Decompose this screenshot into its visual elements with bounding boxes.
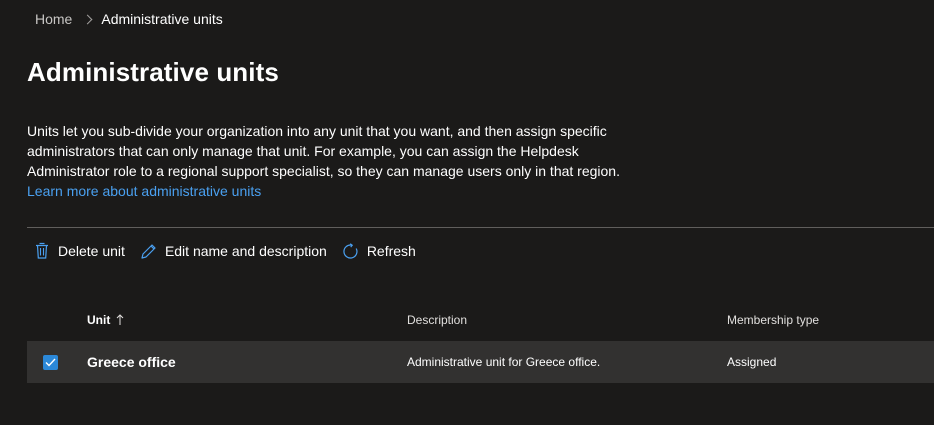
column-header-membership[interactable]: Membership type [727,313,819,327]
admin-units-page: Home Administrative units Administrative… [0,0,934,425]
breadcrumb-home-link[interactable]: Home [35,11,72,27]
table-header: Unit Description Membership type [27,304,934,336]
pencil-icon [141,243,156,259]
intro-text: Units let you sub-divide your organizati… [27,123,620,179]
sort-ascending-icon [116,314,124,325]
column-header-unit-label: Unit [87,313,111,327]
delete-unit-button[interactable]: Delete unit [34,242,125,260]
trash-icon [36,242,48,259]
row-checkbox[interactable] [43,355,58,370]
command-bar: Delete unit Edit name and description Re… [34,240,431,262]
edit-name-description-label: Edit name and description [164,243,327,259]
page-title: Administrative units [27,57,279,87]
delete-unit-label: Delete unit [58,243,125,259]
cell-description: Administrative unit for Greece office. [407,355,601,369]
cell-membership-type: Assigned [727,355,777,369]
column-header-description[interactable]: Description [407,313,467,327]
refresh-button[interactable]: Refresh [342,242,416,260]
refresh-label: Refresh [366,243,416,259]
checkmark-icon [45,358,56,367]
edit-name-description-button[interactable]: Edit name and description [140,243,327,260]
intro-paragraph: Units let you sub-divide your organizati… [27,121,627,201]
chevron-right-icon [82,14,93,24]
cell-unit-name[interactable]: Greece office [87,354,176,370]
column-header-unit[interactable]: Unit [87,313,124,327]
learn-more-link[interactable]: Learn more about administrative units [27,183,261,199]
table-row[interactable]: Greece office Administrative unit for Gr… [27,341,934,383]
breadcrumb: Home Administrative units [35,11,223,27]
divider [27,227,934,228]
refresh-icon [343,242,358,259]
breadcrumb-current: Administrative units [101,11,223,27]
